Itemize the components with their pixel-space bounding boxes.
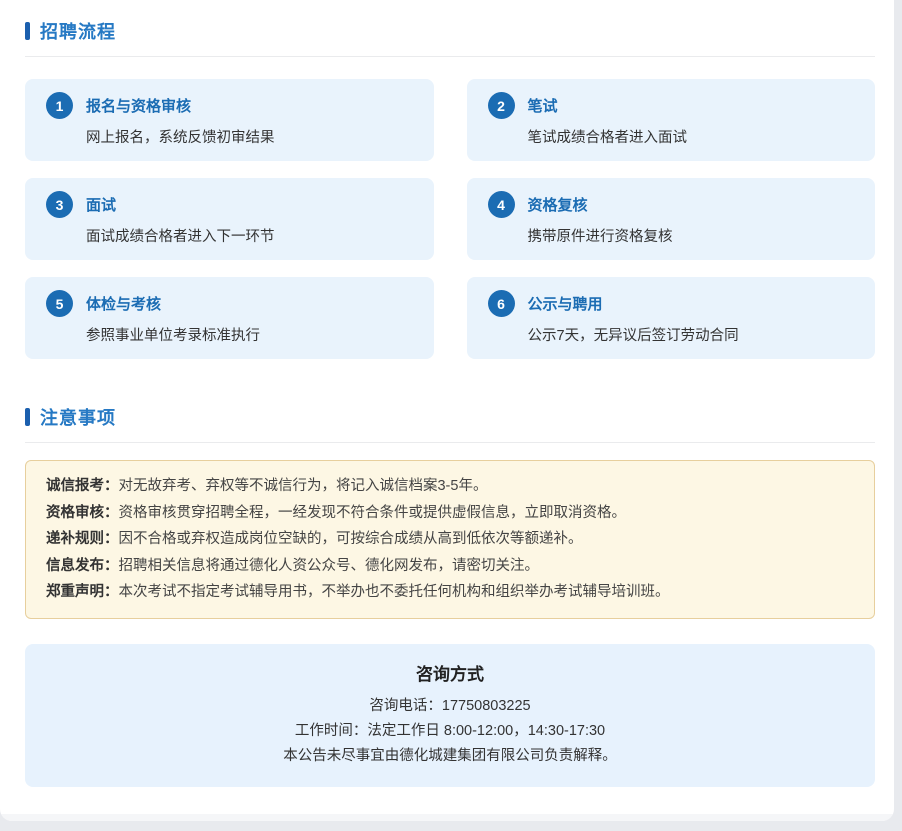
note-text: 招聘相关信息将通过德化人资公众号、德化网发布，请密切关注。: [118, 557, 540, 574]
note-text: 本次考试不指定考试辅导用书，不举办也不委托任何机构和组织举办考试辅导培训班。: [118, 584, 670, 600]
section-accent-bar: [25, 408, 30, 426]
step-title: 公示与聘用: [527, 296, 603, 313]
step-description: 面试成绩合格者进入下一环节: [86, 229, 275, 245]
note-text: 对无故弃考、弃权等不诚信行为，将记入诚信档案3-5年。: [118, 478, 488, 494]
note-item: 郑重声明：本次考试不指定考试辅导用书，不举办也不委托任何机构和组织举办考试辅导培…: [46, 579, 854, 606]
note-text: 因不合格或弃权造成岗位空缺的，可按综合成绩从高到低依次等额递补。: [118, 531, 583, 547]
contact-hours: 工作时间：法定工作日 8:00-12:00，14:30-17:30: [294, 722, 606, 739]
contact-title: 咨询方式: [416, 664, 484, 684]
note-item: 信息发布：招聘相关信息将通过德化人资公众号、德化网发布，请密切关注。: [46, 553, 854, 580]
note-label: 递补规则：: [46, 531, 119, 547]
step-number-badge: 3: [46, 191, 73, 218]
note-item: 资格审核：资格审核贯穿招聘全程，一经发现不符合条件或提供虚假信息，立即取消资格。: [46, 500, 854, 527]
note-text: 资格审核贯穿招聘全程，一经发现不符合条件或提供虚假信息，立即取消资格。: [118, 504, 627, 521]
step-card-2: 2 笔试 笔试成绩合格者进入面试: [466, 79, 875, 161]
note-label: 郑重声明：: [46, 584, 119, 600]
step-description: 参照事业单位考录标准执行: [86, 328, 260, 344]
step-description: 网上报名，系统反馈初审结果: [86, 130, 275, 146]
step-number-badge: 1: [46, 92, 73, 119]
step-card-head: 1 报名与资格审核: [46, 92, 418, 119]
notice-box: 诚信报考：对无故弃考、弃权等不诚信行为，将记入诚信档案3-5年。 资格审核：资格…: [25, 460, 875, 619]
step-card-head: 6 公示与聘用: [487, 290, 860, 317]
contact-phone: 咨询电话：17750803225: [369, 697, 531, 714]
note-item: 诚信报考：对无故弃考、弃权等不诚信行为，将记入诚信档案3-5年。: [46, 473, 854, 500]
note-item: 递补规则：因不合格或弃权造成岗位空缺的，可按综合成绩从高到低依次等额递补。: [46, 526, 854, 553]
section-title-notes: 注意事项: [40, 408, 116, 428]
step-title: 体检与考核: [86, 296, 162, 313]
step-number-badge: 4: [487, 191, 515, 218]
note-label: 信息发布：: [46, 557, 119, 574]
step-title: 资格复核: [527, 197, 588, 214]
step-description: 公示7天，无异议后签订劳动合同: [527, 328, 739, 344]
step-card-3: 3 面试 面试成绩合格者进入下一环节: [25, 178, 434, 260]
note-label: 诚信报考：: [46, 478, 119, 494]
section-accent-bar: [25, 22, 30, 40]
step-number-badge: 6: [487, 290, 515, 317]
page-content: 招聘流程 1 报名与资格审核 网上报名，系统反馈初审结果 2 笔试 笔试成绩合格…: [0, 0, 894, 787]
contact-box: 咨询方式 咨询电话：17750803225 工作时间：法定工作日 8:00-12…: [25, 643, 875, 787]
step-title: 面试: [86, 197, 117, 214]
announcement-page: 招聘流程 1 报名与资格审核 网上报名，系统反馈初审结果 2 笔试 笔试成绩合格…: [0, 0, 894, 821]
section-header-notes: 注意事项: [25, 404, 875, 443]
step-card-1: 1 报名与资格审核 网上报名，系统反馈初审结果: [25, 79, 434, 161]
step-card-head: 2 笔试: [487, 92, 860, 119]
step-card-5: 5 体检与考核 参照事业单位考录标准执行: [25, 277, 434, 359]
step-description: 笔试成绩合格者进入面试: [527, 130, 688, 146]
step-title: 笔试: [527, 98, 558, 115]
step-card-head: 4 资格复核: [487, 191, 860, 218]
step-title: 报名与资格审核: [86, 98, 192, 115]
step-number-badge: 5: [46, 290, 73, 317]
section-header-process: 招聘流程: [25, 18, 875, 57]
step-card-head: 3 面试: [46, 191, 418, 218]
step-card-6: 6 公示与聘用 公示7天，无异议后签订劳动合同: [466, 277, 875, 359]
step-number-badge: 2: [487, 92, 515, 119]
page-footer: 德化城建集团有限公司 © 2025 版权所有 本招聘公告最终解释权归德化城建集团…: [0, 813, 894, 821]
step-card-head: 5 体检与考核: [46, 290, 418, 317]
step-description: 携带原件进行资格复核: [527, 229, 673, 245]
step-card-4: 4 资格复核 携带原件进行资格复核: [466, 178, 875, 260]
section-title-process: 招聘流程: [40, 22, 116, 42]
process-steps-grid: 1 报名与资格审核 网上报名，系统反馈初审结果 2 笔试 笔试成绩合格者进入面试…: [25, 79, 875, 359]
note-label: 资格审核：: [46, 504, 119, 521]
contact-note: 本公告未尽事宜由德化城建集团有限公司负责解释。: [283, 747, 617, 764]
